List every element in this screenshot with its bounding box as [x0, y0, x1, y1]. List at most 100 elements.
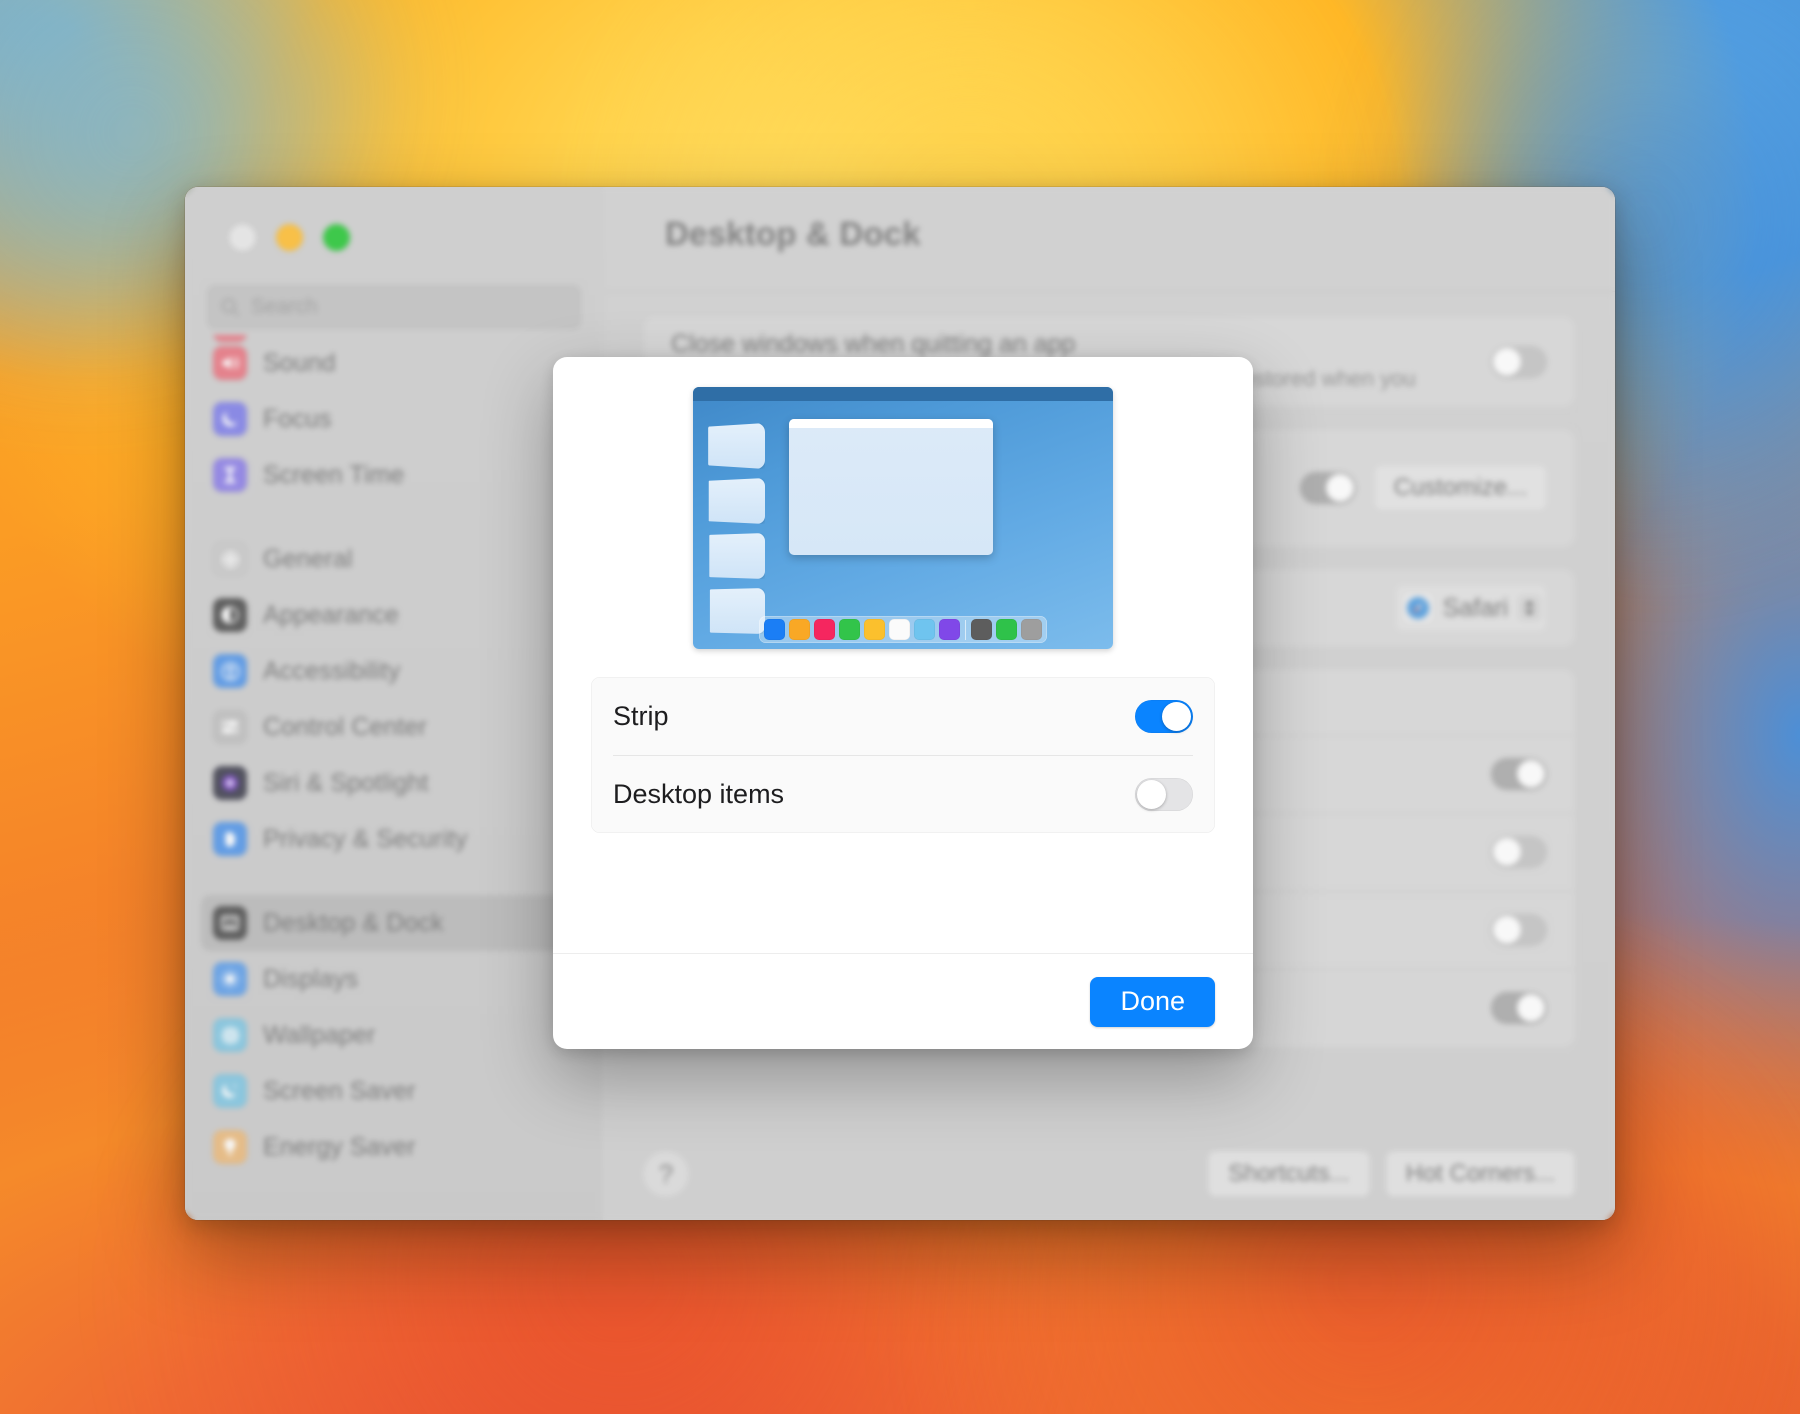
dock-app-icon: [864, 619, 885, 640]
preview-stage-strip: [707, 423, 765, 634]
notifications-icon: [213, 335, 247, 342]
sidebar-item-label: General: [263, 544, 353, 573]
lightbulb-icon: [213, 1130, 247, 1164]
preview-active-window: [789, 419, 993, 555]
sidebar-item-label: Wallpaper: [263, 1020, 376, 1049]
modal-row-strip[interactable]: Strip: [591, 677, 1215, 755]
recent-use-toggle[interactable]: [1491, 758, 1547, 791]
stage-manager-illustration: [553, 357, 1253, 669]
sidebar-item-siri-spotlight[interactable]: Siri & Spotlight: [201, 755, 587, 811]
group-windows-toggle[interactable]: [1491, 914, 1547, 947]
separate-spaces-toggle[interactable]: [1491, 992, 1547, 1025]
screen-saver-icon: [213, 1074, 247, 1108]
sidebar-item-label: Displays: [263, 964, 359, 993]
minimize-button[interactable]: [276, 224, 303, 251]
sidebar-item-label: Accessibility: [263, 656, 401, 685]
desktop-items-toggle[interactable]: [1135, 777, 1193, 811]
window-controls: [229, 224, 350, 251]
safari-icon: [1402, 593, 1433, 624]
sidebar-item-focus[interactable]: Focus: [201, 391, 587, 447]
maximize-button[interactable]: [323, 224, 350, 251]
sidebar-item-label: Focus: [263, 404, 332, 433]
dock-app-icon: [971, 619, 992, 640]
focus-moon-icon: [213, 402, 247, 436]
stage-manager-modal: Strip Desktop items Done: [553, 357, 1253, 1049]
sidebar-item-wallpaper[interactable]: Wallpaper: [201, 1007, 587, 1063]
sidebar-item-label: Privacy & Security: [263, 824, 468, 853]
modal-row-desktop-items[interactable]: Desktop items: [591, 755, 1215, 833]
help-button[interactable]: ?: [643, 1151, 689, 1197]
brightness-icon: [213, 962, 247, 996]
desktop-dock-icon: [213, 906, 247, 940]
dock-separator: [965, 619, 966, 640]
dock-app-icon: [814, 619, 835, 640]
customize-button[interactable]: Customize...: [1373, 465, 1547, 512]
desktop-wallpaper: Search Sound Focus Screen Time General Appea…: [0, 0, 1800, 1414]
row-title: Close windows when quitting an app: [671, 330, 1076, 358]
preview-menubar: [693, 387, 1113, 401]
siri-icon: [213, 766, 247, 800]
sidebar-item-control-center[interactable]: Control Center: [201, 699, 587, 755]
sidebar-item-label: Screen Saver: [263, 1076, 416, 1105]
gear-icon: [213, 542, 247, 576]
dock-app-icon: [914, 619, 935, 640]
sidebar-item-energy-saver[interactable]: Energy Saver: [201, 1119, 587, 1175]
strip-toggle[interactable]: [1135, 699, 1193, 733]
sidebar-item-general[interactable]: General: [201, 531, 587, 587]
stage-card: [709, 588, 765, 634]
sidebar-item-desktop-dock[interactable]: Desktop & Dock: [201, 895, 587, 951]
default-browser-popup[interactable]: Safari: [1394, 584, 1547, 633]
hot-corners-button[interactable]: Hot Corners...: [1385, 1151, 1575, 1197]
dock-app-icon: [939, 619, 960, 640]
default-browser-value: Safari: [1442, 593, 1508, 622]
hourglass-icon: [213, 458, 247, 492]
sidebar-item-label: Screen Time: [263, 460, 405, 489]
shortcuts-button[interactable]: Shortcuts...: [1208, 1151, 1370, 1197]
sidebar-item-accessibility[interactable]: Accessibility: [201, 643, 587, 699]
stage-card: [708, 478, 765, 524]
search-field[interactable]: Search: [207, 285, 581, 329]
sidebar: Search Sound Focus Screen Time General Appea…: [185, 187, 603, 1220]
appearance-icon: [213, 598, 247, 632]
hand-icon: [213, 822, 247, 856]
sidebar-item-label: Appearance: [263, 600, 399, 629]
search-icon: [219, 296, 241, 318]
close-windows-toggle[interactable]: [1491, 345, 1547, 378]
wallpaper-icon: [213, 1018, 247, 1052]
accessibility-icon: [213, 654, 247, 688]
control-center-icon: [213, 710, 247, 744]
sidebar-item-label: Energy Saver: [263, 1132, 416, 1161]
sidebar-item-screen-saver[interactable]: Screen Saver: [201, 1063, 587, 1119]
close-button[interactable]: [229, 224, 256, 251]
dock-app-icon: [839, 619, 860, 640]
chevron-updown-icon[interactable]: [1518, 595, 1541, 622]
desktop-items-label: Desktop items: [613, 778, 785, 809]
space-with-open-toggle[interactable]: [1491, 836, 1547, 869]
sidebar-item-appearance[interactable]: Appearance: [201, 587, 587, 643]
sidebar-item-label: Desktop & Dock: [263, 908, 444, 937]
page-title: Desktop & Dock: [665, 215, 921, 252]
dock-app-icon: [764, 619, 785, 640]
content-header: Desktop & Dock: [603, 187, 1615, 292]
dock-app-icon: [1021, 619, 1042, 640]
sidebar-item-displays[interactable]: Displays: [201, 951, 587, 1007]
sidebar-item-label: Siri & Spotlight: [263, 768, 429, 797]
preview-dock: [759, 616, 1047, 643]
dock-app-icon: [889, 619, 910, 640]
search-placeholder: Search: [251, 295, 318, 318]
sidebar-group-separator: [201, 503, 587, 531]
stage-card: [708, 423, 765, 469]
stage-manager-toggle[interactable]: [1299, 472, 1356, 505]
content-footer: ? Shortcuts... Hot Corners...: [643, 1128, 1575, 1220]
sidebar-item-label: Control Center: [263, 712, 427, 741]
stage-card: [709, 533, 765, 579]
dock-app-icon: [996, 619, 1017, 640]
sidebar-item-list[interactable]: Sound Focus Screen Time General Appearance Ac…: [185, 335, 603, 1220]
sidebar-item-privacy-security[interactable]: Privacy & Security: [201, 811, 587, 867]
sidebar-item-screen-time[interactable]: Screen Time: [201, 447, 587, 503]
sidebar-clipped-item: [201, 335, 587, 353]
sidebar-group-separator: [201, 867, 587, 895]
done-button[interactable]: Done: [1090, 976, 1215, 1027]
strip-label: Strip: [613, 700, 669, 731]
dock-app-icon: [789, 619, 810, 640]
